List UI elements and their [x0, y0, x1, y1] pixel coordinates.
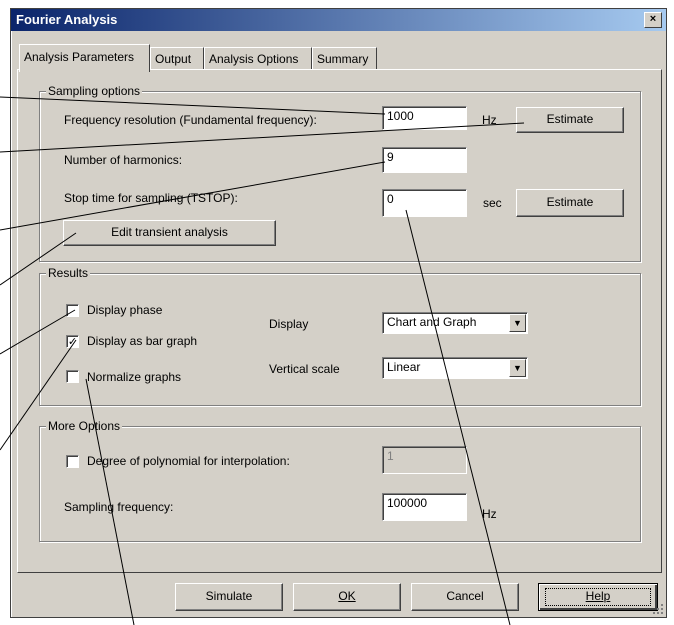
group-legend: Sampling options: [46, 84, 143, 98]
sampling-frequency-unit: Hz: [482, 507, 497, 521]
stop-time-label: Stop time for sampling (TSTOP):: [64, 191, 238, 205]
display-bar-graph-label: Display as bar graph: [87, 334, 198, 348]
tab-label: Output: [155, 52, 192, 66]
focus-rectangle: [545, 588, 651, 606]
cancel-button[interactable]: Cancel: [411, 583, 519, 611]
chevron-down-icon[interactable]: ▼: [509, 359, 526, 377]
tab-analysis-parameters[interactable]: Analysis Parameters: [19, 44, 150, 72]
simulate-button[interactable]: Simulate: [175, 583, 283, 611]
tab-label: Summary: [317, 52, 369, 66]
display-phase-checkbox[interactable]: [66, 304, 79, 317]
tab-analysis-options[interactable]: Analysis Options: [204, 47, 312, 69]
ok-button[interactable]: OK: [293, 583, 401, 611]
display-select-value: Chart and Graph: [387, 315, 477, 329]
normalize-graphs-checkbox[interactable]: [66, 370, 79, 383]
group-legend: More Options: [46, 419, 123, 433]
estimate-stop-time-button[interactable]: Estimate: [516, 189, 624, 217]
sampling-frequency-field[interactable]: 100000: [382, 493, 467, 521]
tab-label: Analysis Options: [209, 52, 299, 66]
fourier-analysis-dialog: Fourier Analysis × Analysis Parameters O…: [10, 8, 667, 618]
tab-summary[interactable]: Summary: [312, 47, 377, 69]
title-bar: Fourier Analysis ×: [11, 9, 666, 31]
normalize-graphs-label: Normalize graphs: [87, 370, 182, 384]
stop-time-unit: sec: [483, 196, 502, 210]
frequency-resolution-field[interactable]: 1000: [382, 106, 467, 130]
vertical-scale-select[interactable]: Linear ▼: [382, 357, 528, 379]
harmonics-field[interactable]: 9: [382, 147, 467, 173]
vertical-scale-select-value: Linear: [387, 360, 421, 374]
close-icon[interactable]: ×: [644, 12, 662, 28]
degree-polynomial-checkbox[interactable]: [66, 455, 79, 468]
degree-polynomial-field[interactable]: 1: [382, 446, 467, 474]
stop-time-field[interactable]: 0: [382, 189, 467, 217]
estimate-frequency-button[interactable]: Estimate: [516, 107, 624, 133]
degree-polynomial-label: Degree of polynomial for interpolation:: [87, 454, 290, 468]
edit-transient-analysis-button[interactable]: Edit transient analysis: [63, 220, 276, 246]
vertical-scale-label: Vertical scale: [269, 362, 340, 376]
window-title: Fourier Analysis: [16, 12, 118, 27]
chevron-down-icon[interactable]: ▼: [509, 314, 526, 332]
display-label: Display: [269, 317, 309, 331]
display-select[interactable]: Chart and Graph ▼: [382, 312, 528, 334]
frequency-resolution-label: Frequency resolution (Fundamental freque…: [64, 113, 317, 127]
tab-label: Analysis Parameters: [24, 50, 135, 64]
frequency-unit: Hz: [482, 113, 497, 127]
tab-output[interactable]: Output: [150, 47, 204, 69]
harmonics-label: Number of harmonics:: [64, 153, 183, 167]
resize-grip-icon[interactable]: [652, 603, 664, 615]
display-phase-label: Display phase: [87, 303, 163, 317]
sampling-frequency-label: Sampling frequency:: [64, 500, 174, 514]
display-bar-graph-checkbox[interactable]: ✓: [66, 335, 79, 348]
group-legend: Results: [46, 266, 91, 280]
more-options-group: More Options: [39, 419, 641, 542]
help-button[interactable]: Help: [538, 583, 658, 611]
